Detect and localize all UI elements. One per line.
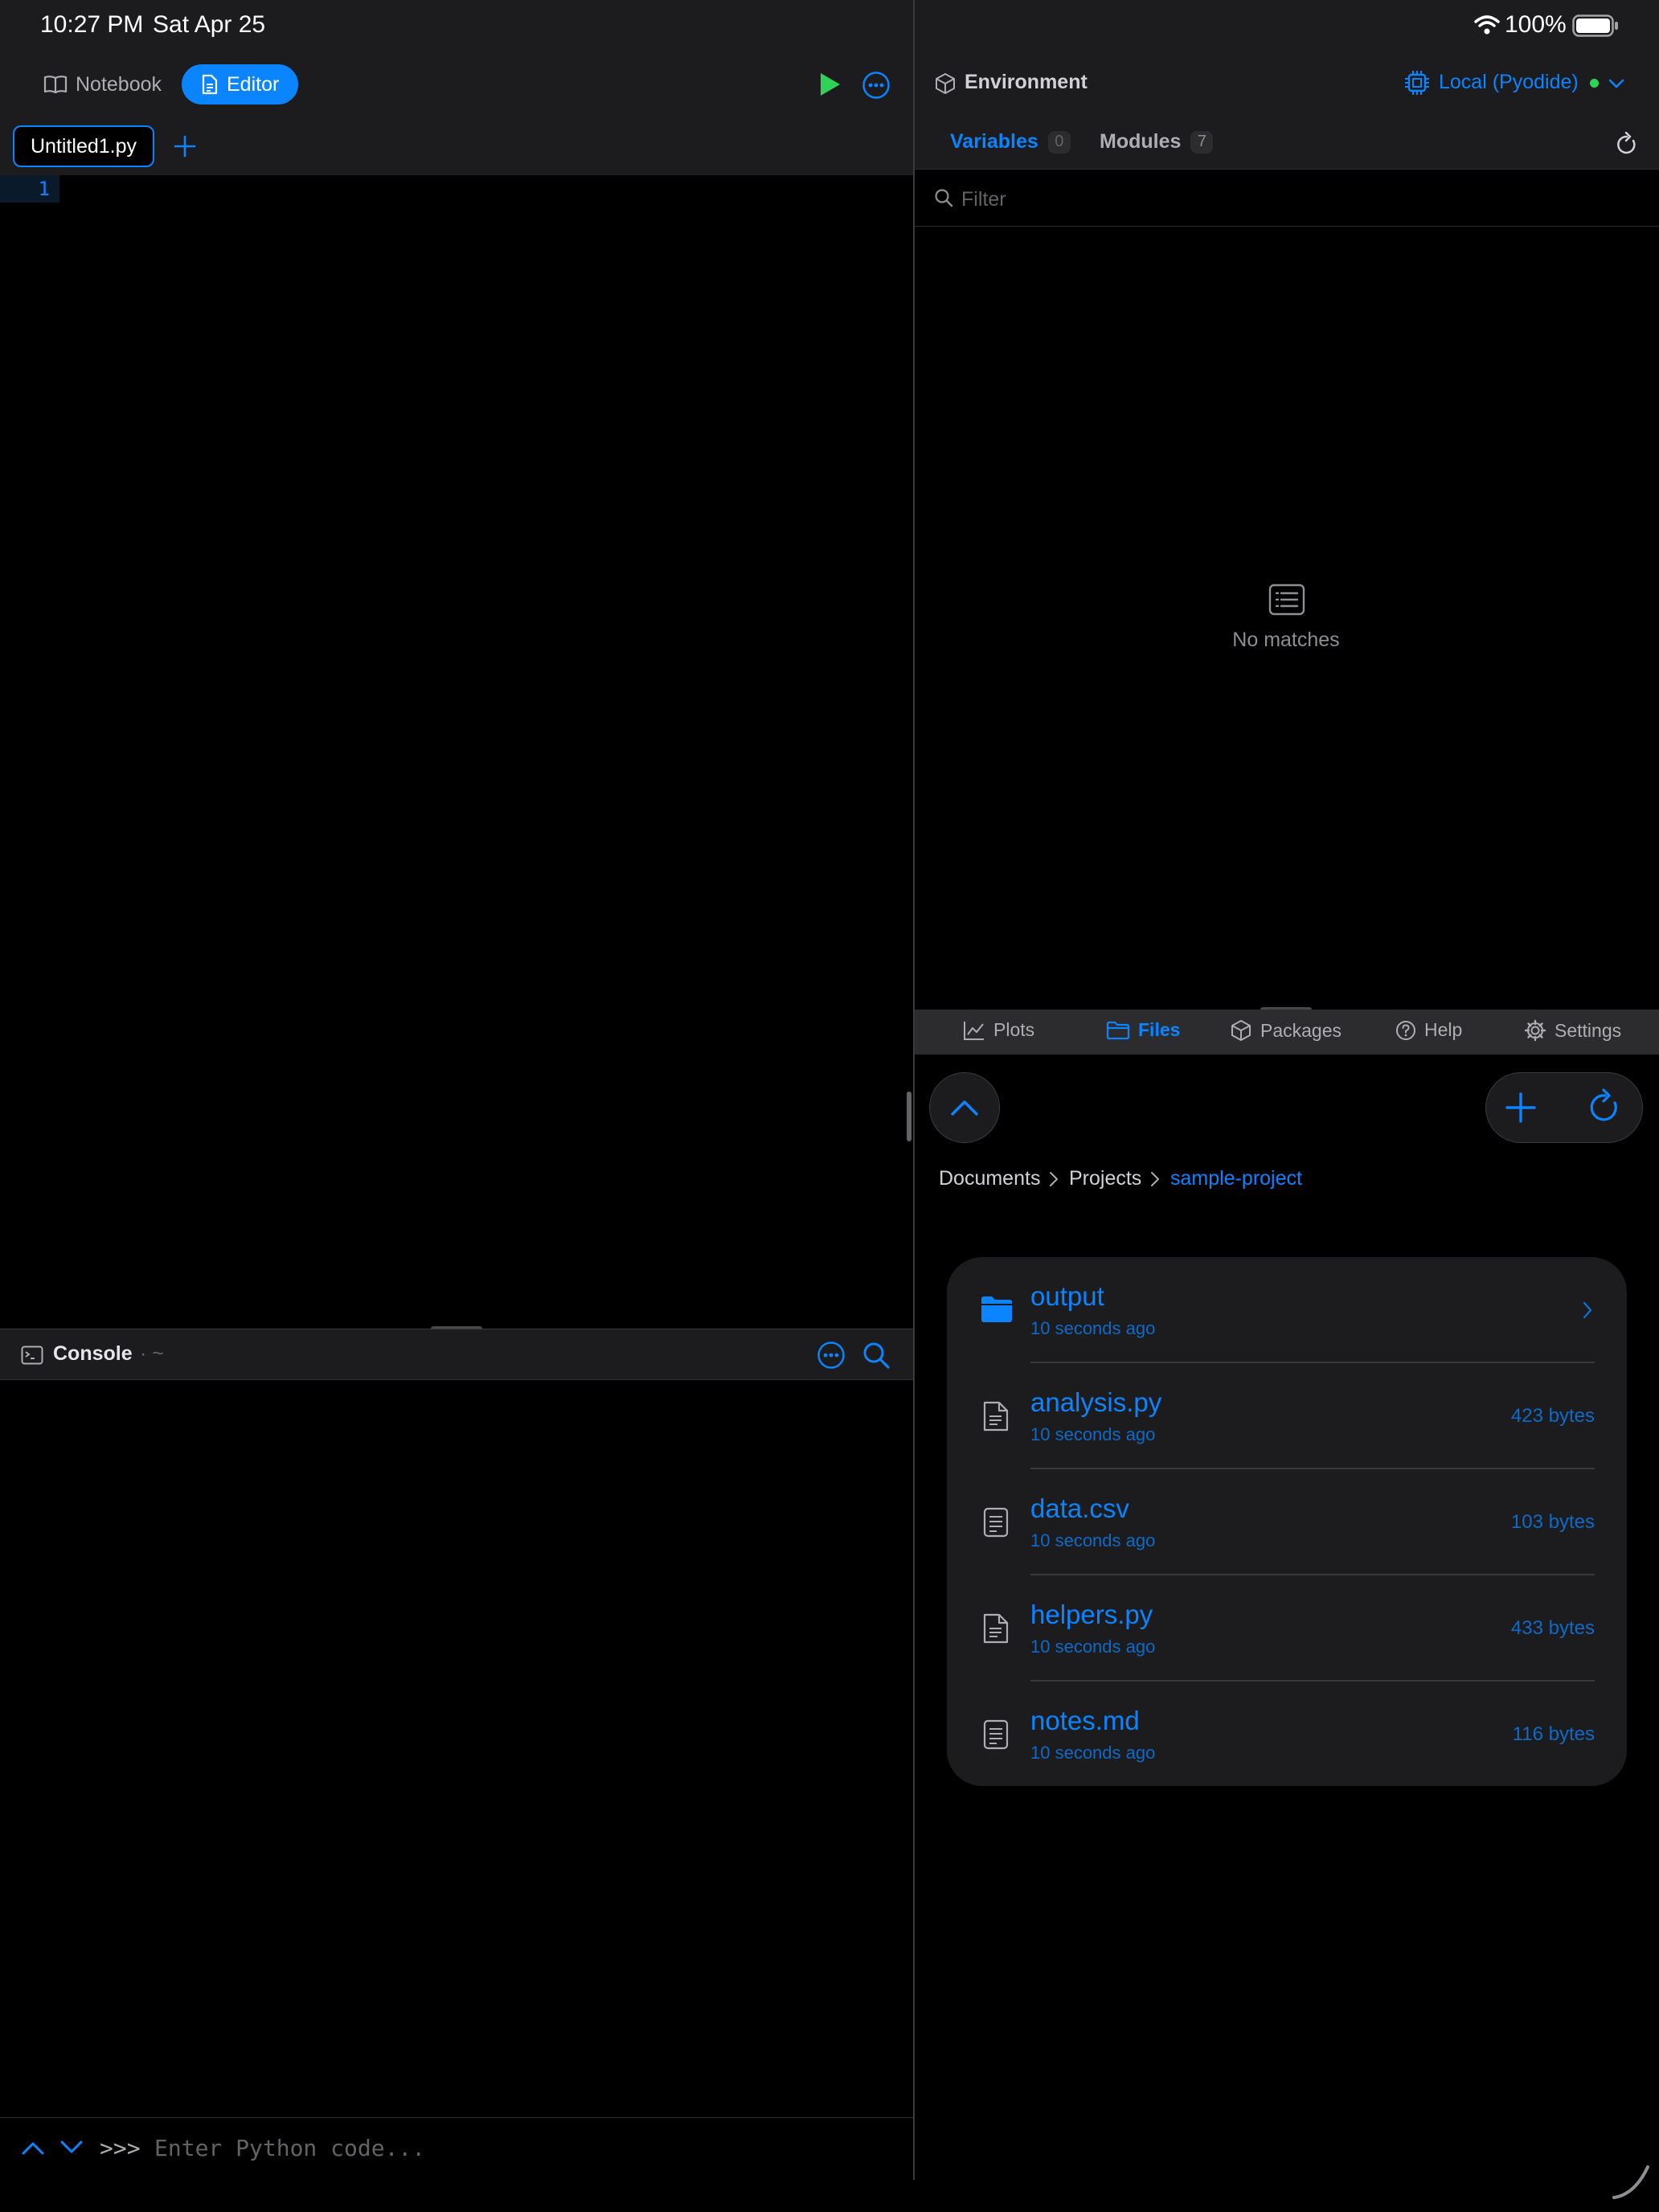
chevron-right-icon (1582, 1301, 1593, 1320)
breadcrumb-chevron-icon (1149, 1170, 1161, 1188)
empty-state-text: No matches (1232, 629, 1340, 651)
tab-plots[interactable]: Plots (963, 1019, 1034, 1041)
file-name: data.csv (1030, 1493, 1129, 1523)
new-file-icon[interactable] (1505, 1092, 1537, 1124)
tab-settings-label: Settings (1555, 1019, 1622, 1041)
status-time: 10:27 PM (40, 11, 144, 38)
breadcrumb-sample-project[interactable]: sample-project (1170, 1167, 1302, 1190)
filter-input[interactable] (961, 183, 1620, 215)
gear-icon (1524, 1019, 1546, 1042)
tab-plots-label: Plots (993, 1019, 1035, 1040)
console-more-icon[interactable] (817, 1341, 846, 1370)
console-path: · ~ (140, 1342, 164, 1365)
cpu-icon[interactable] (1403, 69, 1431, 96)
console-output (0, 1380, 913, 2117)
chevron-up-icon (950, 1099, 979, 1116)
terminal-icon (21, 1346, 43, 1365)
folder-icon (981, 1296, 1013, 1323)
code-file-icon (982, 1400, 1010, 1432)
bottom-strip (0, 2180, 1659, 2212)
tab-variables-label: Variables (950, 130, 1038, 153)
breadcrumb-chevron-icon (1048, 1170, 1059, 1188)
code-editor[interactable] (0, 175, 913, 1329)
history-down-icon[interactable] (59, 2140, 84, 2156)
chevron-down-icon[interactable] (1608, 77, 1625, 90)
filter-search-icon (934, 188, 953, 207)
run-icon[interactable] (817, 71, 842, 98)
tab-modules-label: Modules (1100, 130, 1182, 153)
tab-help-label: Help (1424, 1019, 1463, 1040)
breadcrumb-projects[interactable]: Projects (1069, 1167, 1141, 1190)
refresh-icon[interactable] (1616, 132, 1638, 156)
variables-count-badge: 0 (1047, 130, 1071, 154)
notebook-segment[interactable]: Notebook (24, 64, 181, 104)
help-icon (1395, 1020, 1416, 1041)
tab-files[interactable]: Files (1106, 1019, 1180, 1041)
package-icon (1230, 1019, 1252, 1042)
search-icon[interactable] (862, 1341, 891, 1370)
breadcrumb-documents[interactable]: Documents (939, 1167, 1040, 1190)
refresh-files-icon[interactable] (1588, 1088, 1622, 1125)
text-file-icon (982, 1506, 1010, 1538)
notebook-segment-label: Notebook (76, 72, 162, 96)
book-icon (43, 75, 68, 94)
editor-segment-label: Editor (227, 72, 280, 96)
tab-variables[interactable]: Variables 0 (950, 130, 1071, 154)
document-icon (201, 74, 219, 95)
environment-title: Environment (965, 71, 1088, 93)
file-size: 423 bytes (1510, 1405, 1595, 1427)
runtime-status-dot (1590, 79, 1599, 88)
console-prompt: >>> (100, 2135, 141, 2161)
editor-segment[interactable]: Editor (182, 64, 299, 104)
tab-files-label: Files (1138, 1019, 1181, 1040)
file-size: 433 bytes (1510, 1617, 1595, 1639)
chart-icon (963, 1020, 985, 1041)
runtime-selector[interactable]: Local (Pyodide) (1439, 71, 1579, 94)
parent-folder-button[interactable] (929, 1072, 1000, 1143)
modules-count-badge: 7 (1190, 130, 1214, 154)
file-name: helpers.py (1030, 1600, 1153, 1629)
file-name: analysis.py (1030, 1387, 1162, 1417)
more-icon[interactable] (862, 71, 891, 100)
plus-icon[interactable] (174, 135, 196, 158)
sidebar-grabber[interactable] (907, 1092, 911, 1141)
file-tab-untitled1[interactable]: Untitled1.py (13, 125, 154, 167)
file-size: 116 bytes (1512, 1723, 1595, 1745)
file-size: 103 bytes (1510, 1511, 1595, 1533)
file-modified: 10 seconds ago (1030, 1743, 1156, 1763)
file-modified: 10 seconds ago (1030, 1318, 1156, 1338)
history-up-icon[interactable] (21, 2140, 45, 2156)
resize-corner-icon[interactable] (1611, 2164, 1651, 2201)
cube-icon (934, 72, 956, 95)
file-modified: 10 seconds ago (1030, 1636, 1156, 1657)
status-date: Sat Apr 25 (153, 11, 266, 38)
line-number: 1 (0, 175, 59, 203)
console-input[interactable] (154, 2130, 878, 2165)
file-name: output (1030, 1281, 1104, 1311)
console-header (0, 1329, 913, 1380)
tab-help[interactable]: Help (1395, 1019, 1462, 1041)
folder-icon (1106, 1021, 1130, 1040)
code-file-icon (982, 1612, 1010, 1645)
tab-packages-label: Packages (1260, 1019, 1342, 1041)
file-modified: 10 seconds ago (1030, 1530, 1156, 1550)
file-modified: 10 seconds ago (1030, 1424, 1156, 1444)
console-title: Console (53, 1342, 133, 1365)
wifi-icon (1474, 14, 1500, 35)
battery-percent: 100% (1505, 11, 1567, 38)
file-name: notes.md (1030, 1706, 1140, 1735)
tab-modules[interactable]: Modules 7 (1100, 130, 1214, 154)
text-file-icon (982, 1718, 1010, 1751)
tab-packages[interactable]: Packages (1230, 1019, 1342, 1042)
list-icon (1268, 584, 1305, 616)
battery-icon (1572, 14, 1619, 37)
tab-settings[interactable]: Settings (1524, 1019, 1621, 1042)
